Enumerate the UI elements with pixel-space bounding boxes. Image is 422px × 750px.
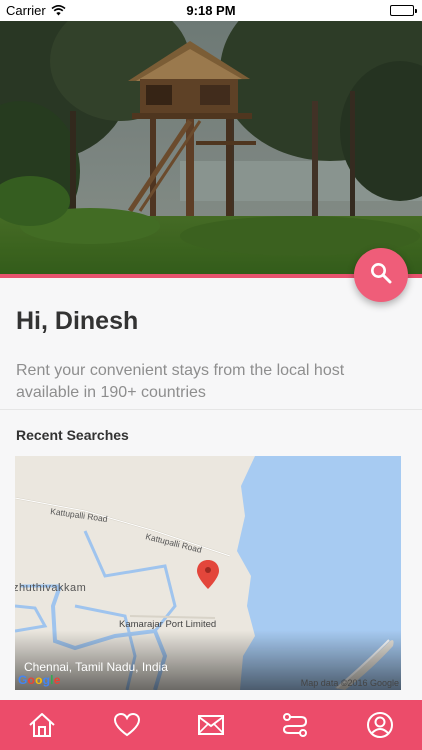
hero-image — [0, 21, 422, 274]
tab-favorites[interactable] — [101, 700, 153, 750]
map-label-area: zhuthivakkam — [15, 582, 86, 594]
heart-icon — [113, 712, 141, 738]
home-icon — [28, 712, 56, 738]
greeting-title: Hi, Dinesh — [16, 307, 139, 335]
recent-searches-title: Recent Searches — [16, 427, 129, 443]
section-divider — [0, 409, 422, 410]
route-icon — [281, 712, 309, 738]
battery-icon — [390, 5, 417, 16]
tab-trips[interactable] — [269, 700, 321, 750]
search-location-label: Chennai, Tamil Nadu, India — [24, 660, 168, 674]
bottom-tab-bar — [0, 700, 422, 750]
search-button[interactable] — [354, 248, 408, 302]
tab-home[interactable] — [16, 700, 68, 750]
user-icon — [366, 711, 394, 739]
envelope-icon — [197, 714, 225, 736]
map-label-port: Kamarajar Port Limited — [119, 619, 216, 630]
recent-search-card[interactable]: Kattupalli Road Kattupalli Road zhuthiva… — [15, 456, 401, 690]
clock: 9:18 PM — [186, 3, 236, 18]
tab-messages[interactable] — [185, 700, 237, 750]
tab-profile[interactable] — [354, 700, 406, 750]
search-icon — [370, 262, 392, 289]
map-attribution: Map data ©2016 Google — [300, 678, 399, 688]
google-logo: Google — [18, 673, 61, 687]
status-bar: Carrier 9:18 PM — [0, 0, 422, 21]
tagline-text: Rent your convenient stays from the loca… — [16, 362, 345, 401]
